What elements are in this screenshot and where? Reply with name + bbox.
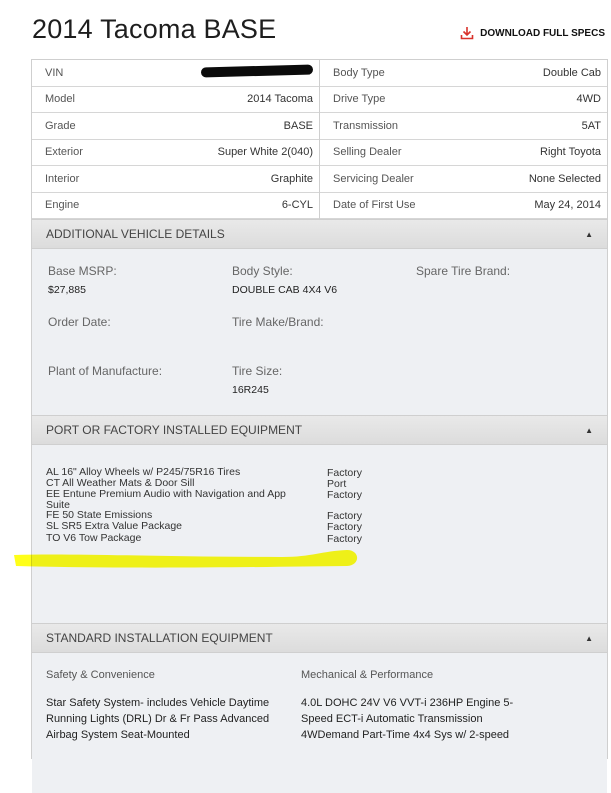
- spec-row-selling-dealer: Selling Dealer Right Toyota: [320, 140, 607, 166]
- spec-row-drive-type: Drive Type 4WD: [320, 87, 607, 113]
- detail-spare-tire-brand: Spare Tire Brand:: [416, 264, 510, 278]
- detail-base-msrp: Base MSRP: $27,885: [48, 264, 117, 296]
- equipment-name: SL SR5 Extra Value Package: [46, 520, 182, 532]
- spec-value: Right Toyota: [540, 146, 601, 159]
- detail-value: DOUBLE CAB 4X4 V6: [232, 284, 338, 296]
- vehicle-card: VIN Model 2014 Tacoma Grade BASE Exterio…: [31, 59, 608, 793]
- standard-equipment-panel: Safety & Convenience Star Safety System-…: [32, 653, 607, 793]
- spec-value: Super White 2(040): [217, 146, 313, 159]
- spec-row-servicing-dealer: Servicing Dealer None Selected: [320, 166, 607, 193]
- detail-label: Base MSRP:: [48, 264, 117, 278]
- detail-value: $27,885: [48, 284, 86, 296]
- equipment-source: Factory: [327, 489, 363, 501]
- spec-label: Body Type: [333, 66, 385, 79]
- detail-label: Body Style:: [232, 264, 293, 278]
- detail-tire-size: Tire Size: 16R245: [232, 364, 282, 396]
- std-column-title: Safety & Convenience: [46, 669, 155, 681]
- spec-value: 2014 Tacoma: [247, 93, 313, 106]
- section-title: ADDITIONAL VEHICLE DETAILS: [46, 227, 225, 241]
- equipment-name: TO V6 Tow Package: [46, 532, 142, 544]
- spec-label: Interior: [45, 172, 80, 185]
- spec-row-engine: Engine 6-CYL: [32, 193, 319, 219]
- additional-details-panel: Base MSRP: $27,885 Body Style: DOUBLE CA…: [32, 249, 607, 415]
- equipment-name: EE Entune Premium Audio with Navigation …: [46, 488, 286, 511]
- installed-equipment-header[interactable]: PORT OR FACTORY INSTALLED EQUIPMENT ▲: [32, 415, 607, 445]
- detail-plant: Plant of Manufacture:: [48, 364, 162, 378]
- spec-row-model: Model 2014 Tacoma: [32, 87, 319, 113]
- section-title: PORT OR FACTORY INSTALLED EQUIPMENT: [46, 423, 303, 437]
- spec-row-first-use: Date of First Use May 24, 2014: [320, 193, 607, 219]
- spec-value: BASE: [283, 119, 313, 132]
- equipment-source: Factory: [327, 521, 363, 533]
- spec-label: VIN: [45, 66, 64, 79]
- standard-equipment-header[interactable]: STANDARD INSTALLATION EQUIPMENT ▲: [32, 623, 607, 653]
- detail-order-date: Order Date:: [48, 315, 111, 329]
- detail-label: Tire Make/Brand:: [232, 315, 324, 329]
- download-full-specs-link[interactable]: DOWNLOAD FULL SPECS: [460, 26, 605, 40]
- spec-row-grade: Grade BASE: [32, 113, 319, 140]
- specs-left-column: VIN Model 2014 Tacoma Grade BASE Exterio…: [32, 60, 320, 219]
- collapse-caret-icon[interactable]: ▲: [585, 426, 593, 435]
- download-label: DOWNLOAD FULL SPECS: [480, 27, 605, 39]
- spec-row-interior: Interior Graphite: [32, 166, 319, 193]
- detail-label: Tire Size:: [232, 364, 283, 378]
- detail-tire-make: Tire Make/Brand:: [232, 315, 324, 329]
- spec-row-exterior: Exterior Super White 2(040): [32, 140, 319, 166]
- spec-row-body-type: Body Type Double Cab: [320, 60, 607, 87]
- spec-label: Exterior: [45, 146, 83, 159]
- std-column-title: Mechanical & Performance: [301, 669, 434, 681]
- collapse-caret-icon[interactable]: ▲: [585, 230, 593, 239]
- detail-label: Order Date:: [48, 315, 111, 329]
- specs-table: VIN Model 2014 Tacoma Grade BASE Exterio…: [32, 60, 607, 219]
- section-title: STANDARD INSTALLATION EQUIPMENT: [46, 631, 273, 645]
- spec-label: Grade: [45, 119, 76, 132]
- spec-label: Model: [45, 93, 75, 106]
- spec-label: Date of First Use: [333, 199, 416, 212]
- spec-value: May 24, 2014: [534, 199, 601, 212]
- spec-value: Double Cab: [542, 66, 601, 79]
- detail-label: Spare Tire Brand:: [416, 264, 511, 278]
- page-title: 2014 Tacoma BASE: [32, 14, 277, 44]
- spec-label: Servicing Dealer: [333, 172, 414, 185]
- spec-label: Engine: [45, 199, 80, 212]
- vin-redacted: [200, 64, 314, 79]
- additional-details-header[interactable]: ADDITIONAL VEHICLE DETAILS ▲: [32, 219, 607, 249]
- spec-row-vin: VIN: [32, 60, 319, 87]
- spec-label: Drive Type: [333, 93, 386, 106]
- collapse-caret-icon[interactable]: ▲: [585, 634, 593, 643]
- specs-right-column: Body Type Double Cab Drive Type 4WD Tran…: [320, 60, 607, 219]
- spec-value: 5AT: [581, 119, 601, 132]
- equipment-source: Factory: [327, 533, 363, 545]
- spec-label: Selling Dealer: [333, 146, 402, 159]
- detail-value: 16R245: [232, 384, 269, 396]
- spec-row-transmission: Transmission 5AT: [320, 113, 607, 140]
- detail-body-style: Body Style: DOUBLE CAB 4X4 V6: [232, 264, 337, 296]
- download-icon: [460, 27, 474, 40]
- spec-label: Transmission: [333, 119, 398, 132]
- detail-label: Plant of Manufacture:: [48, 364, 163, 378]
- spec-value: 4WD: [576, 93, 601, 106]
- spec-value: Graphite: [270, 172, 313, 185]
- spec-value: 6-CYL: [281, 199, 313, 212]
- installed-equipment-panel: AL 16" Alloy Wheels w/ P245/75R16 Tires …: [32, 445, 607, 623]
- spec-value: None Selected: [528, 172, 601, 185]
